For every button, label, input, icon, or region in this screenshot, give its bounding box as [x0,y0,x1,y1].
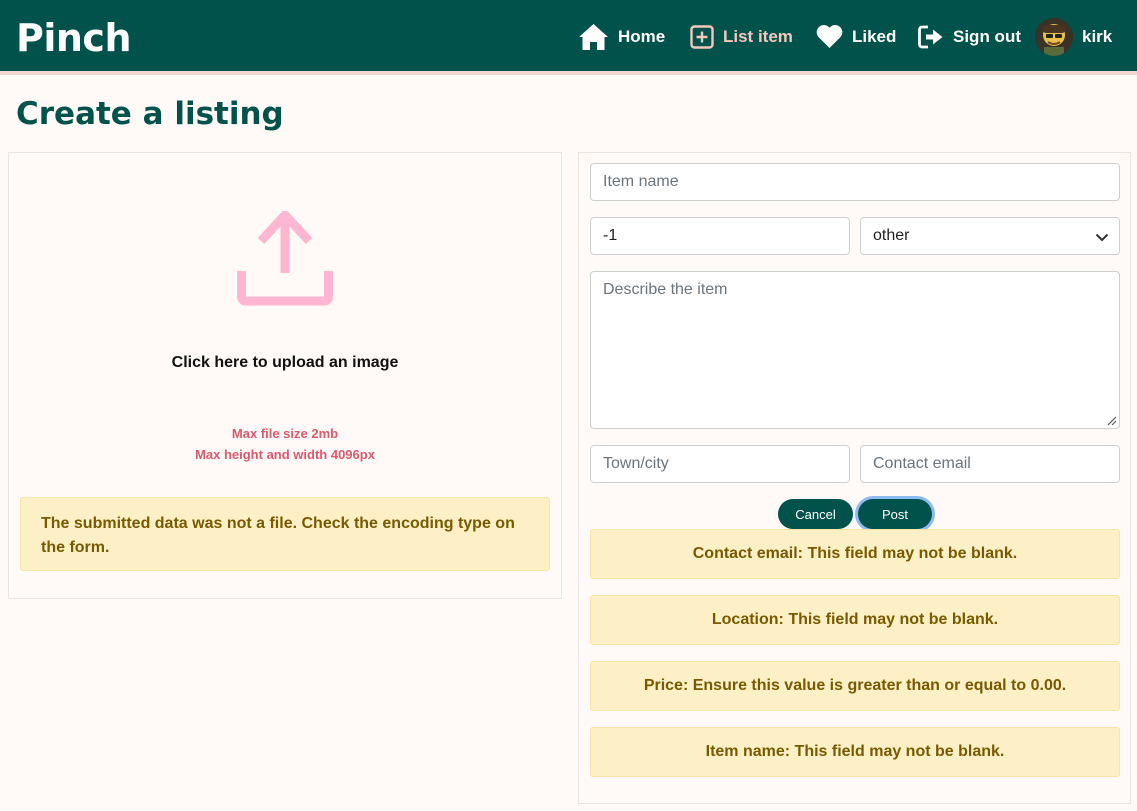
upload-error-alert: The submitted data was not a file. Check… [20,497,550,571]
price-value: -1 [603,227,618,244]
nav-sign-out-label: Sign out [953,27,1021,46]
plus-square-icon [690,25,714,49]
nav-home-label: Home [618,27,666,46]
price-error: Price: Ensure this value is greater than… [590,661,1120,711]
home-icon [579,24,608,50]
location-error: Location: This field may not be blank. [590,595,1120,645]
contact-email-placeholder: Contact email [873,455,971,472]
post-button[interactable]: Post [858,499,932,529]
nav-list-item-label: List item [723,27,793,46]
brand-logo[interactable]: Pinch [16,16,132,60]
nav-liked[interactable]: Liked [816,18,896,56]
image-upload-panel: Click here to upload an image Max file s… [8,152,562,599]
listing-form-panel: Item name -1 other Describe the item Tow… [578,152,1131,804]
description-placeholder: Describe the item [603,281,728,298]
category-select[interactable]: other [860,217,1120,255]
location-placeholder: Town/city [603,455,669,472]
avatar [1035,18,1073,56]
max-file-size-text: Max file size 2mb [231,426,339,441]
nav-list-item[interactable]: List item [690,18,793,56]
heart-icon [816,25,843,48]
item-name-error: Item name: This field may not be blank. [590,727,1120,777]
resize-grip-icon[interactable] [1105,414,1117,426]
max-dimensions-text: Max height and width 4096px [195,447,375,462]
nav-user[interactable]: kirk [1035,18,1112,56]
item-name-placeholder: Item name [603,173,679,190]
page-title: Create a listing [16,96,284,132]
item-name-input[interactable]: Item name [590,163,1120,201]
nav-home[interactable]: Home [578,18,665,56]
cancel-button[interactable]: Cancel [778,499,853,529]
upload-label: Click here to upload an image [171,354,399,371]
image-upload-dropzone[interactable]: Click here to upload an image Max file s… [9,153,561,483]
nav-sign-out[interactable]: Sign out [918,18,1021,56]
price-input[interactable]: -1 [590,217,850,255]
chevron-down-icon [1095,233,1109,242]
nav-liked-label: Liked [852,27,897,46]
category-value: other [873,227,910,244]
description-textarea[interactable]: Describe the item [590,271,1120,429]
navbar: Pinch Home List item Liked Sign out kirk [0,0,1137,75]
contact-email-input[interactable]: Contact email [860,445,1120,483]
location-input[interactable]: Town/city [590,445,850,483]
sign-out-icon [918,25,943,49]
contact-email-error: Contact email: This field may not be bla… [590,529,1120,579]
nav-user-name: kirk [1082,27,1113,46]
upload-icon [237,211,333,306]
